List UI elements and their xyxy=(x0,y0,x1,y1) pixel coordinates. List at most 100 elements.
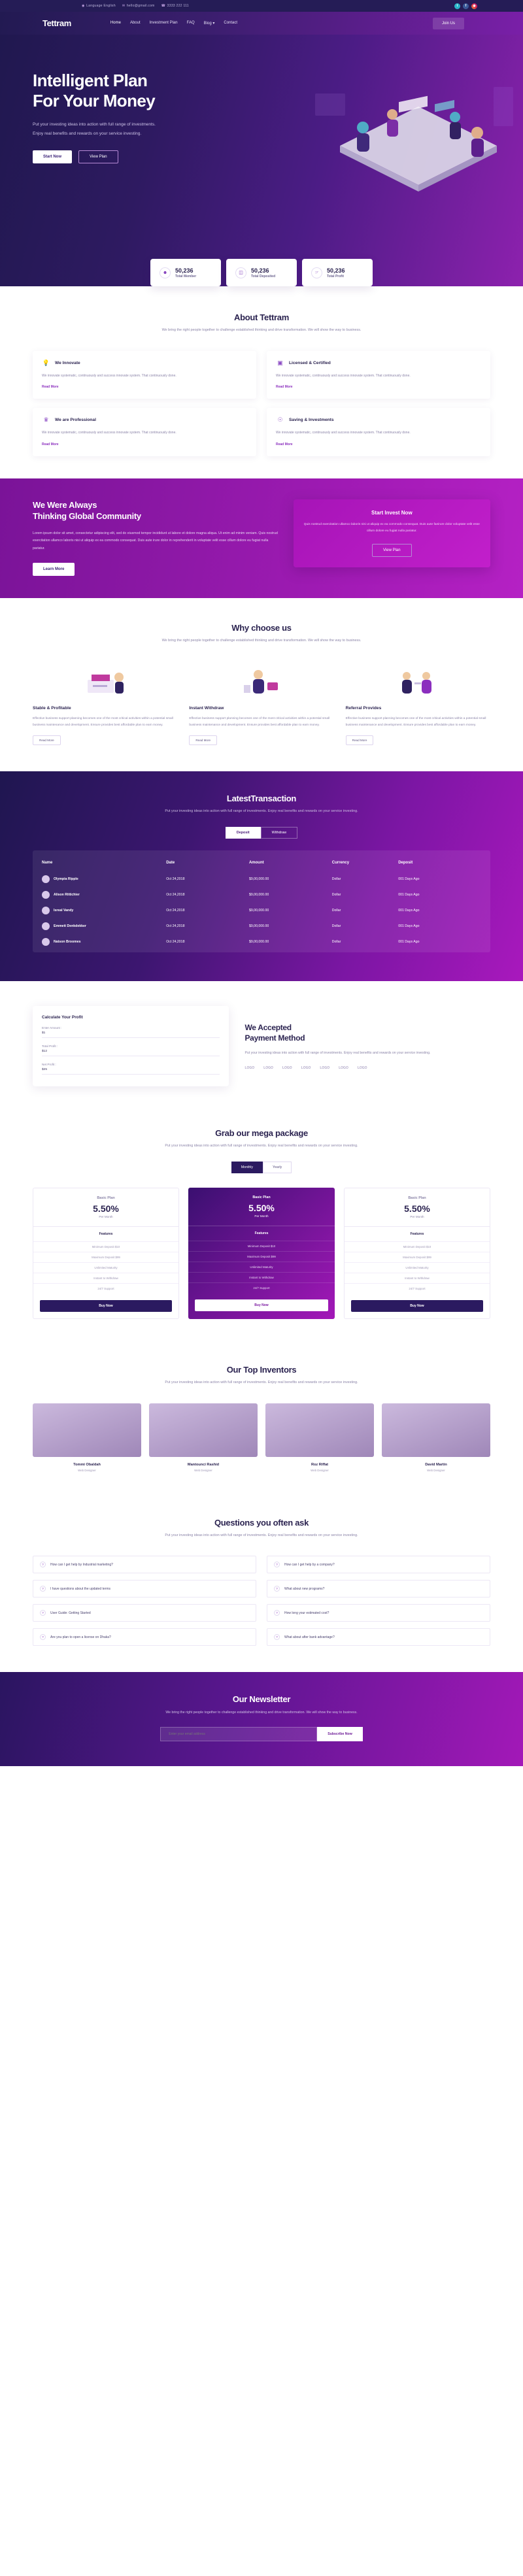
inventor-name: Tommi Obaldah xyxy=(73,1462,101,1467)
newsletter-paragraph: We bring the right people together to ch… xyxy=(165,1711,358,1715)
inventor-card: Roz Riffat Web Designer xyxy=(265,1403,374,1472)
savings-hand-icon: ☉ xyxy=(277,416,283,424)
faq-item[interactable]: ? How can I get help by Industrial market… xyxy=(33,1556,256,1574)
profit-calculator: Calculate Your Profit Enter Amount : $1 … xyxy=(33,1005,229,1086)
faq-item[interactable]: ? How can I get help by a company? xyxy=(267,1556,490,1574)
email-input[interactable] xyxy=(160,1726,318,1741)
toggle-yearly[interactable]: Yearly xyxy=(262,1161,292,1173)
nav-item-blog[interactable]: Blog ▾ xyxy=(204,21,215,25)
read-more-link[interactable]: Read More xyxy=(42,385,59,389)
phone-icon: ☎ xyxy=(161,4,166,8)
newsletter-section: Our Newsletter We bring the right people… xyxy=(0,1672,523,1766)
payment-title-line2: Payment Method xyxy=(245,1033,305,1043)
nav-item-home[interactable]: Home xyxy=(110,21,121,25)
plan-feature: 24/7 Support xyxy=(33,1282,178,1294)
invest-card-paragraph: Quis nostrud exercitation ullamco labori… xyxy=(303,522,480,533)
stat-card-total-member: ☻ 50,236 Total Member xyxy=(150,259,221,286)
top-bar: ◉ Language English ✉ hello@gmail.com ☎ 3… xyxy=(0,0,523,12)
newsletter-form: Subscribe Now xyxy=(33,1726,490,1741)
newsletter-title: Our Newsletter xyxy=(232,1694,291,1705)
table-row: Isreal Vandy Oct 24,2018 $9,00,000.00 Do… xyxy=(42,903,481,918)
card-text: We innovate systematic, continuously and… xyxy=(276,373,411,378)
latest-transaction-section: LatestTransaction Put your investing ide… xyxy=(0,771,523,981)
faq-item[interactable]: ? What about new programs? xyxy=(267,1580,490,1598)
question-mark-icon: ? xyxy=(274,1586,280,1592)
card-title: Licensed & Certified xyxy=(289,360,331,365)
cell-name: Emmett Denkdekker xyxy=(54,924,86,928)
global-title-line2: Thinking Global Community xyxy=(33,511,141,522)
view-plan-button[interactable]: View Plan xyxy=(78,150,118,163)
why-card-title: Referral Provides xyxy=(345,706,382,711)
referral-provides-illustration xyxy=(346,664,490,698)
why-card-text: Effective business support planning beco… xyxy=(189,717,330,728)
cell-date: Oct 24,2018 xyxy=(166,892,185,897)
nav-item-about[interactable]: About xyxy=(130,21,141,25)
phone-label: 3333 222 111 xyxy=(167,4,189,8)
stat-card-total-deposited: ◫ 50,236 Total Deposited xyxy=(226,259,297,286)
buy-now-button[interactable]: Buy Now xyxy=(40,1299,172,1312)
faq-item[interactable]: ? How long your estimated cost? xyxy=(267,1604,490,1622)
nav-item-faq[interactable]: FAQ xyxy=(187,21,195,25)
plan-period: Per Month xyxy=(410,1214,424,1218)
members-icon: ☻ xyxy=(160,267,171,278)
language-selector[interactable]: ◉ Language English xyxy=(82,4,116,8)
buy-now-button[interactable]: Buy Now xyxy=(351,1299,483,1312)
site-logo[interactable]: Tettram xyxy=(42,18,71,28)
package-subtitle: Put your investing ideas into action wit… xyxy=(165,1143,358,1148)
amount-input[interactable]: $1 xyxy=(42,1031,220,1038)
inventors-title: Our Top Inventors xyxy=(226,1364,297,1375)
plan-period: Per Month xyxy=(254,1214,269,1218)
hero-section: Intelligent Plan For Your Money Put your… xyxy=(0,35,523,286)
invest-view-plan-button[interactable]: View Plan xyxy=(372,543,412,557)
faq-question: User Guide: Getting Started xyxy=(50,1611,91,1615)
cell-currency: Dollar xyxy=(331,877,341,881)
faq-item[interactable]: ? User Guide: Getting Started xyxy=(33,1604,256,1622)
buy-now-button[interactable]: Buy Now xyxy=(195,1299,328,1311)
twitter-icon[interactable]: t xyxy=(454,3,460,9)
cell-amount: $9,00,000.00 xyxy=(248,924,269,928)
cell-deposit: 001 Days Ago xyxy=(398,924,420,928)
card-title: Saving & Investments xyxy=(289,418,334,423)
plan-price: 5.50% xyxy=(404,1203,430,1214)
nav-item-investment-plan[interactable]: Investment Plan xyxy=(150,21,178,25)
facebook-icon[interactable]: f xyxy=(463,3,469,9)
read-more-link[interactable]: Read More xyxy=(42,443,59,446)
why-read-more-button[interactable]: Read More xyxy=(33,735,61,746)
why-subtitle: We bring the right people together to ch… xyxy=(161,639,362,643)
instagram-icon[interactable]: ◉ xyxy=(471,3,477,9)
question-mark-icon: ? xyxy=(40,1586,46,1592)
join-us-button[interactable]: Join Us xyxy=(432,17,464,29)
email-link[interactable]: ✉ hello@gmail.com xyxy=(122,4,155,8)
nav-item-contact[interactable]: Contact xyxy=(224,21,237,25)
read-more-link[interactable]: Read More xyxy=(276,385,293,389)
top-bar-contacts: ◉ Language English ✉ hello@gmail.com ☎ 3… xyxy=(82,4,189,8)
tab-withdraw[interactable]: Withdraw xyxy=(260,826,298,839)
why-card-stable-profitable: Stable & Profitable Effective business s… xyxy=(33,664,177,746)
calculator-payment-section: Calculate Your Profit Enter Amount : $1 … xyxy=(0,981,523,1106)
faq-item[interactable]: ? Are you plan to open a license on Dhaka… xyxy=(33,1628,256,1647)
plan-name: Basic Plan xyxy=(252,1195,271,1199)
plan-feature: Unlimited Maturity xyxy=(33,1262,178,1273)
cell-deposit: 001 Days Ago xyxy=(398,939,420,944)
read-more-link[interactable]: Read More xyxy=(276,443,293,446)
payment-logo: LOGO xyxy=(339,1066,348,1071)
faq-question: Are you plan to open a license on Dhaka? xyxy=(50,1635,111,1639)
faq-item[interactable]: ? What about after bank advantage? xyxy=(267,1628,490,1647)
learn-more-button[interactable]: Learn More xyxy=(33,563,75,577)
plan-price: 5.50% xyxy=(248,1202,275,1213)
hero-illustration xyxy=(301,54,516,198)
faq-item[interactable]: ? I have questions about the updated term… xyxy=(33,1580,256,1598)
subscribe-button[interactable]: Subscribe Now xyxy=(317,1726,363,1741)
toggle-monthly[interactable]: Monthly xyxy=(231,1161,263,1173)
tab-deposit[interactable]: Deposit xyxy=(225,826,261,839)
faq-section: Questions you often ask Put your investi… xyxy=(0,1496,523,1673)
pricing-card-basic-1: Basic Plan 5.50% Per Month Features Mini… xyxy=(33,1187,179,1319)
why-read-more-button[interactable]: Read More xyxy=(189,735,218,746)
plan-feature: 24/7 Support xyxy=(345,1282,490,1294)
total-profit-value: $12 xyxy=(42,1050,220,1056)
why-title: Why choose us xyxy=(231,623,292,633)
why-read-more-button[interactable]: Read More xyxy=(345,735,374,746)
phone-link[interactable]: ☎ 3333 222 111 xyxy=(161,4,189,8)
plan-feature: Instant to Withdraw xyxy=(188,1271,335,1282)
start-now-button[interactable]: Start Now xyxy=(33,150,73,163)
